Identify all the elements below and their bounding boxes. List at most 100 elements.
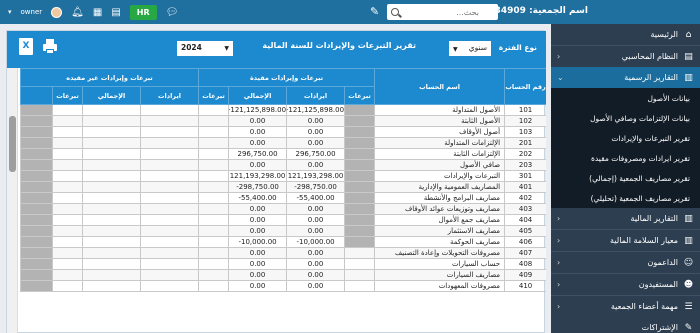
blank-cell <box>20 225 53 237</box>
caret-down-icon: ▼ <box>224 45 229 52</box>
table-row[interactable]: 406 مصاريف الحوكمة 10,000.00- 10,000.00- <box>20 236 546 248</box>
table-row[interactable]: 407 مصروفات التحويلات وإعادة التصنيف 0.00 0… <box>20 247 546 259</box>
search-input[interactable] <box>387 4 483 20</box>
restricted-total-cell: 298,750.00- <box>228 181 288 193</box>
blank-cell <box>20 104 53 116</box>
report-panel: نوع الفترة سنوي ▼ تقرير التبرعات والإيرا… <box>6 30 546 333</box>
sidebar-item-financial-reports[interactable]: ▥ التقارير المالية ‹ <box>551 208 700 229</box>
search-icon[interactable] <box>391 8 399 16</box>
unrestricted-donations2-cell <box>52 137 83 149</box>
table-row[interactable]: 404 مصاريف جمع الأموال 0.00 0.00 <box>20 214 546 226</box>
edit-icon[interactable]: ✎ <box>370 5 379 18</box>
header-unrestricted: تبرعات وإيرادات غير مقيده <box>20 68 199 87</box>
sidebar-subitem-donations-report[interactable]: تقرير التبرعات والإيرادات <box>551 128 700 148</box>
restricted-revenues-cell: 0.00 <box>286 115 346 127</box>
table-row[interactable]: 402 مصاريف البرامج والأنشطة 55,400.00- 55,4… <box>20 192 546 204</box>
table-row[interactable]: 408 حساب السيارات 0.00 0.00 <box>20 258 546 270</box>
restricted-total-cell: 55,400.00- <box>228 192 288 204</box>
chevron-left-icon: ‹ <box>557 258 561 267</box>
account-no-cell: 203 <box>504 159 546 171</box>
sidebar-item-official-reports[interactable]: ▥ التقارير الرسمية ⌄ <box>551 67 700 88</box>
sidebar-item-beneficiaries[interactable]: ☻ المستفيدون ‹ <box>551 274 700 295</box>
avatar[interactable] <box>51 6 63 18</box>
unrestricted-total-cell <box>82 137 141 149</box>
restricted-donations-cell <box>344 115 376 127</box>
sidebar-subitem-assets[interactable]: بيانات الأصول <box>551 88 700 108</box>
account-name-cell: مصاريف وتوزيعات عوائد الأوقاف <box>374 203 506 215</box>
sidebar-item-supporters[interactable]: ☺ الداعمون ‹ <box>551 252 700 273</box>
sidebar-item-home[interactable]: ⌂ الرئيسية <box>551 24 700 45</box>
chat-icon[interactable]: 💬︎ <box>166 7 179 18</box>
sidebar-subitem-expenses-analytic[interactable]: تقرير مصاريف الجمعية (تحليلي) <box>551 188 700 208</box>
sidebar-item-label: المستفيدون <box>638 280 678 289</box>
sidebar-item-financial-safety[interactable]: ▥ معيار السلامة المالية ‹ <box>551 230 700 251</box>
account-no-cell: 409 <box>504 269 546 281</box>
excel-export-icon[interactable]: X <box>19 38 33 55</box>
restricted-total-cell: 296,750.00 <box>228 148 288 160</box>
chevron-left-icon: ‹ <box>557 214 561 223</box>
restricted-donations-cell <box>344 126 376 138</box>
unrestricted-total-cell <box>82 115 141 127</box>
table-row[interactable]: 203 صافي الأصول 0.00 0.00 <box>20 159 546 171</box>
table-row[interactable]: 410 مصروفات المعهودات 0.00 0.00 <box>20 280 546 292</box>
table-row[interactable]: 403 مصاريف وتوزيعات عوائد الأوقاف 0.00 0.00 <box>20 203 546 215</box>
table-row[interactable]: 401 المصاريف العمومية والإدارية 298,750.00… <box>20 181 546 193</box>
restricted-total-cell: 121,193,298.00 <box>228 170 288 182</box>
fiscal-year-value: 2024 <box>181 43 202 52</box>
blank-cell <box>20 236 53 248</box>
calculator-icon[interactable]: ▤ <box>111 7 120 18</box>
report-title: تقرير التبرعات والإيرادات للسنة المالية <box>262 41 416 50</box>
blank-cell <box>20 148 53 160</box>
unrestricted-revenues-cell <box>140 203 199 215</box>
period-type-select[interactable]: سنوي ▼ <box>449 41 491 56</box>
sidebar-subitem-restricted-report[interactable]: تقرير ايرادات ومصروفات مقيدة <box>551 148 700 168</box>
unrestricted-revenues-cell <box>140 236 199 248</box>
restricted-total-cell: 0.00 <box>228 258 288 270</box>
restricted-total-cell: 121,125,898.00- <box>228 104 288 116</box>
scrollbar-thumb[interactable] <box>9 116 16 172</box>
calendar-icon[interactable]: ▦ <box>93 7 102 18</box>
unrestricted-donations2-cell <box>52 269 83 281</box>
unrestricted-total-cell <box>82 225 141 237</box>
table-row[interactable]: 102 الأصول الثابتة 0.00 0.00 <box>20 115 546 127</box>
table-row[interactable]: 405 مصاريف الاستثمار 0.00 0.00 <box>20 225 546 237</box>
unrestricted-donations2-cell <box>52 225 83 237</box>
blank-cell <box>20 269 53 281</box>
table-row[interactable]: 101الأصول المتداولة 121,125,898.00-121,12… <box>20 104 546 116</box>
account-no-cell: 401 <box>504 181 546 193</box>
table-row[interactable]: 202 الإلتزامات الثابتة 296,750.00 296,750.0… <box>20 148 546 160</box>
sidebar-item-subscriptions[interactable]: ✎ الإشتراكات <box>551 317 700 333</box>
chevron-down-icon: ⌄ <box>557 73 564 82</box>
sidebar-item-label: مهمة أعضاء الجمعية <box>610 302 678 311</box>
table-row[interactable]: 409 مصاريف السيارات 0.00 0.00 <box>20 269 546 281</box>
table-row[interactable]: 301 التبرعات والإيرادات 121,193,298.00 121,… <box>20 170 546 182</box>
search-box[interactable] <box>387 4 498 20</box>
restricted-revenues-cell: 0.00 <box>286 258 346 270</box>
sidebar-item-accounting[interactable]: ▤ النظام المحاسبي ‹ <box>551 46 700 67</box>
chevron-left-icon: ‹ <box>557 236 561 245</box>
table-row[interactable]: 103 أصول الأوقاف 0.00 0.00 <box>20 126 546 138</box>
printer-icon[interactable] <box>42 38 58 54</box>
sidebar-subitem-liabilities[interactable]: بيانات الإلتزامات وصافي الأصول <box>551 108 700 128</box>
user-name[interactable]: owner <box>21 8 43 16</box>
blank-cell <box>20 258 53 270</box>
sidebar-item-members-tasks[interactable]: ☰ مهمة أعضاء الجمعية ‹ <box>551 296 700 317</box>
sidebar-item-label: الداعمون <box>647 258 679 267</box>
fiscal-year-select[interactable]: 2024 ▼ <box>177 41 233 56</box>
blank-cell <box>20 214 53 226</box>
chevron-down-icon[interactable]: ▾ <box>8 8 12 16</box>
restricted-donations-cell <box>344 269 376 281</box>
bell-icon[interactable]: 🔔︎ <box>71 7 84 18</box>
hr-button[interactable]: HR <box>129 4 157 20</box>
calculator-icon: ▤ <box>684 51 693 62</box>
report-header: نوع الفترة سنوي ▼ تقرير التبرعات والإيرا… <box>7 31 546 68</box>
table-row[interactable]: 201 الإلتزامات المتداولة 0.00 0.00 <box>20 137 546 149</box>
report-grid: رقم الحساب اسم الحساب تبرعات وإيرادات مق… <box>7 68 546 333</box>
unrestricted-donations2-cell <box>52 148 83 160</box>
vertical-scrollbar[interactable] <box>7 68 18 333</box>
unrestricted-revenues-cell <box>140 258 199 270</box>
home-icon: ⌂ <box>685 29 692 40</box>
sidebar-item-label: التقارير الرسمية <box>624 73 678 82</box>
sidebar-subitem-expenses-total[interactable]: تقرير مصاريف الجمعية (إجمالي) <box>551 168 700 188</box>
header-donations: تبرعات <box>197 86 230 105</box>
